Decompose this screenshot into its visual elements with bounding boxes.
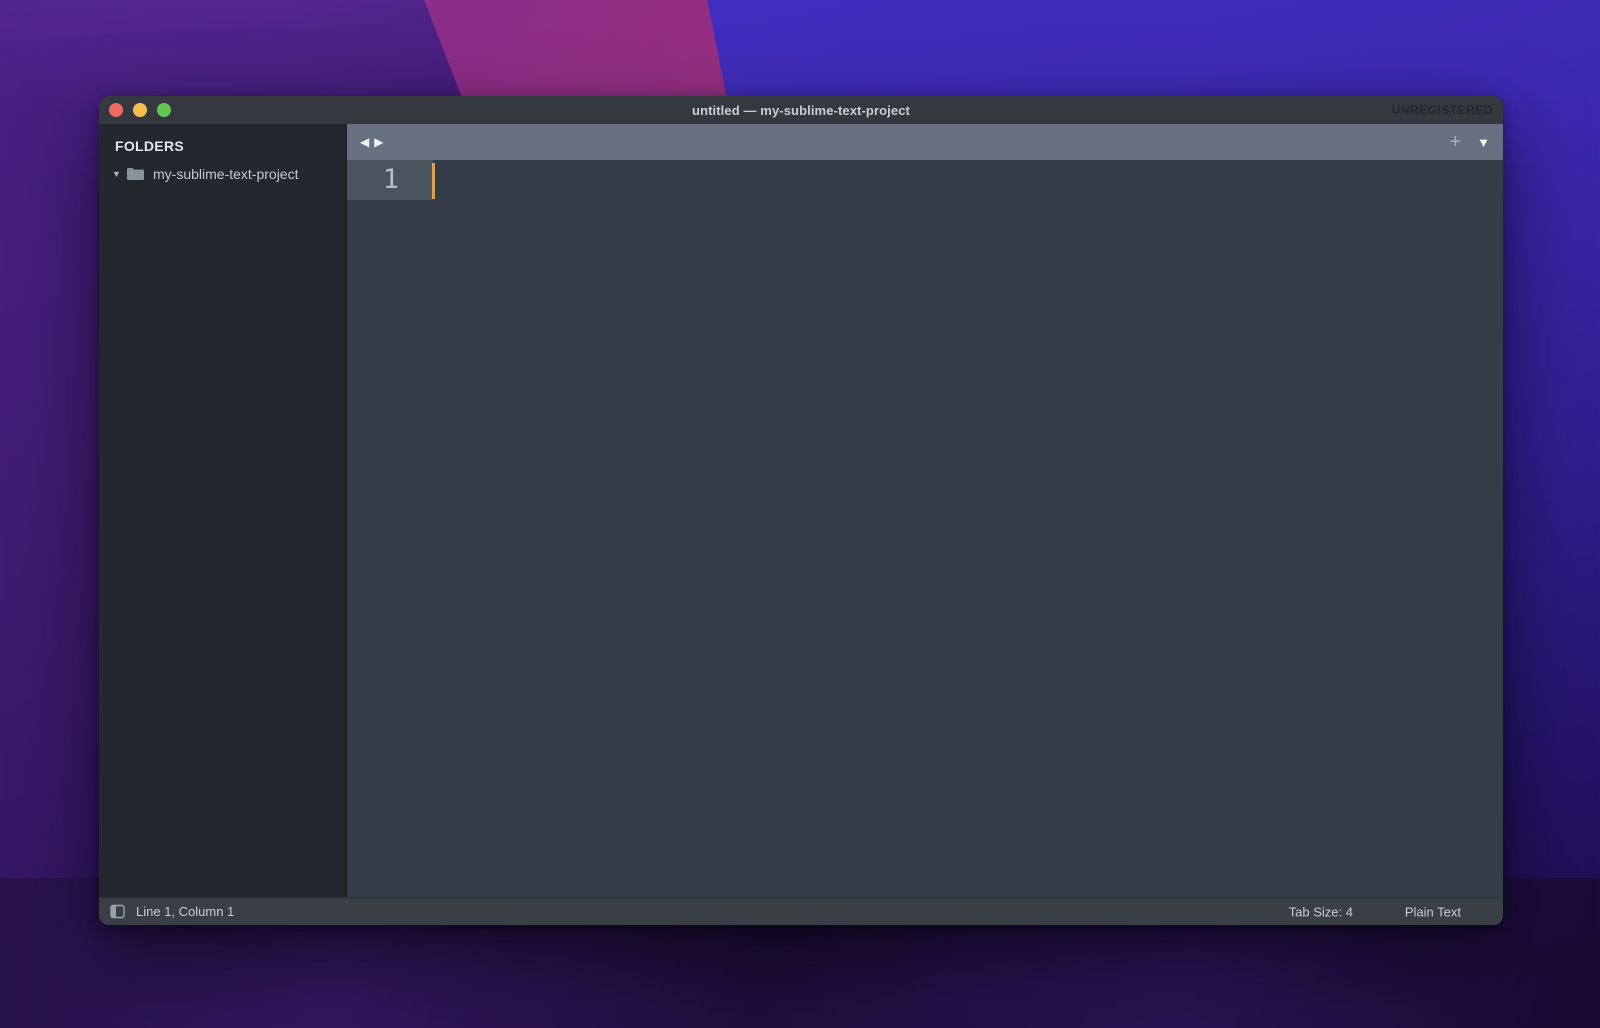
editor-group: ◀ ▶ + ▼ 1 — [345, 124, 1503, 897]
zoom-button[interactable] — [157, 103, 171, 117]
status-bar: Line 1, Column 1 Tab Size: 4 Plain Text — [99, 897, 1503, 925]
folders-header: FOLDERS — [115, 138, 345, 154]
title-bar[interactable]: untitled — my-sublime-text-project UNREG… — [99, 96, 1503, 124]
sublime-text-window: untitled — my-sublime-text-project UNREG… — [99, 96, 1503, 925]
syntax-status[interactable]: Plain Text — [1405, 904, 1461, 919]
tab-nav-arrows: ◀ ▶ — [360, 136, 383, 148]
cursor-position-status: Line 1, Column 1 — [136, 904, 234, 919]
unregistered-badge: UNREGISTERED — [1392, 103, 1493, 117]
editor-area[interactable]: 1 — [347, 160, 1503, 897]
disclosure-triangle-icon[interactable]: ▼ — [112, 169, 126, 179]
line-number: 1 — [347, 160, 399, 200]
tab-size-status[interactable]: Tab Size: 4 — [1289, 904, 1353, 919]
tab-overflow-icon[interactable]: ▼ — [1477, 136, 1490, 149]
sidebar: FOLDERS ▼ my-sublime-text-project — [99, 124, 345, 897]
forward-arrow-icon[interactable]: ▶ — [374, 136, 383, 148]
minimize-button[interactable] — [133, 103, 147, 117]
back-arrow-icon[interactable]: ◀ — [360, 136, 369, 148]
main-area: FOLDERS ▼ my-sublime-text-project ◀ — [99, 124, 1503, 897]
panel-switcher-icon[interactable] — [110, 904, 125, 919]
tab-bar: ◀ ▶ + ▼ — [347, 124, 1503, 160]
new-tab-icon[interactable]: + — [1449, 132, 1461, 152]
status-bar-left: Line 1, Column 1 — [110, 904, 234, 919]
sidebar-item-project[interactable]: ▼ my-sublime-text-project — [99, 163, 345, 185]
sidebar-item-label: my-sublime-text-project — [153, 166, 298, 182]
folder-icon — [126, 167, 146, 181]
window-title: untitled — my-sublime-text-project — [692, 103, 910, 118]
close-button[interactable] — [109, 103, 123, 117]
traffic-lights — [109, 103, 171, 117]
desktop-wallpaper: untitled — my-sublime-text-project UNREG… — [0, 0, 1600, 1028]
text-cursor — [432, 163, 435, 199]
